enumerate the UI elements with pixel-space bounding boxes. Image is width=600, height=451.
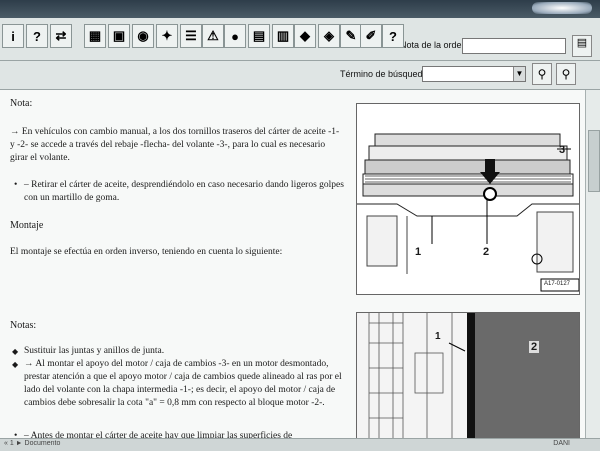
- clipboard-button[interactable]: ✎: [340, 24, 362, 48]
- document-content: Nota: → En vehículos con cambio manual, …: [0, 90, 585, 438]
- search-term-label: Término de búsqueda:: [340, 69, 431, 79]
- warning-button[interactable]: ⚠: [202, 24, 224, 48]
- order-note-button[interactable]: ▤: [572, 35, 592, 57]
- notes-icon: ✐: [365, 28, 377, 43]
- nota-bullet: – Retirar el cárter de aceite, desprendi…: [14, 179, 344, 205]
- notes-button[interactable]: ✐: [360, 24, 382, 48]
- vertical-scrollbar[interactable]: [585, 90, 600, 438]
- chevron-down-icon[interactable]: ▼: [513, 67, 525, 81]
- montaje-heading: Montaje: [10, 220, 44, 231]
- search-binoculars-button[interactable]: ⚲: [532, 63, 552, 85]
- figure1-label-2: 2: [483, 246, 490, 258]
- oil-pan-figure: 3 1 2 A17-0127: [356, 103, 580, 295]
- notas-bullet-2: → Al montar el apoyo del motor / caja de…: [12, 358, 344, 410]
- figure2-label-1: 1: [435, 331, 441, 342]
- document-icon: ▤: [576, 37, 588, 49]
- help-icon: ?: [33, 28, 41, 44]
- car-button[interactable]: ◆: [294, 24, 316, 48]
- globe-button[interactable]: ●: [224, 24, 246, 48]
- info-icon: i: [11, 28, 15, 44]
- car-service-icon: ◈: [324, 28, 334, 43]
- status-left: « 1 ► Documento: [4, 440, 61, 447]
- info-button[interactable]: i: [2, 24, 24, 48]
- window-title-bar: [0, 0, 600, 18]
- swap-arrows-button[interactable]: ⇄: [50, 24, 72, 48]
- document-help-icon: ?: [389, 28, 397, 44]
- status-right: DANI: [553, 440, 570, 447]
- list-button[interactable]: ☰: [180, 24, 202, 48]
- clipboard-icon: ✎: [345, 28, 357, 43]
- tools-icon: ✦: [161, 28, 173, 43]
- main-toolbar: Nota de la orden: ▤ i? ⇄ ▦ ▣ ◉ ✦ ☰ ⚠ ● ▤ ▥ ◆ ◈ ✎ ✐?: [0, 18, 600, 61]
- nota-text: → En vehículos con cambio manual, a los …: [10, 127, 340, 163]
- figure1-code: A17-0127: [544, 281, 571, 287]
- montaje-text: El montaje se efectúa en orden inverso, …: [10, 247, 283, 257]
- binoculars-icon: ⚲: [537, 67, 547, 81]
- database-icon: ◉: [137, 28, 149, 43]
- engine-icon: ▦: [88, 28, 102, 43]
- grid-button[interactable]: ▣: [108, 24, 130, 48]
- scrollbar-thumb[interactable]: [588, 130, 600, 192]
- books-button[interactable]: ▥: [272, 24, 294, 48]
- grid-icon: ▣: [112, 28, 126, 43]
- search-bar: Término de búsqueda: ▼ ⚲ ⚲: [0, 61, 600, 90]
- tools-button[interactable]: ✦: [156, 24, 178, 48]
- notas-bullet-3: – Antes de montar el cárter de aceite ha…: [14, 430, 344, 438]
- engine-button[interactable]: ▦: [84, 24, 106, 48]
- notas-heading: Notas:: [10, 320, 37, 331]
- swap-arrows-icon: ⇄: [55, 28, 67, 43]
- oil-pan-illustration: [357, 133, 579, 292]
- database-button[interactable]: ◉: [132, 24, 154, 48]
- engine-mount-figure: 1 2: [356, 312, 580, 438]
- search-next-button[interactable]: ⚲: [556, 63, 576, 85]
- figure1-label-3: 3: [559, 144, 566, 156]
- notas-bullet-1: Sustituir las juntas y anillos de junta.: [12, 345, 344, 358]
- figure1-label-1: 1: [415, 246, 422, 258]
- nota-heading: Nota:: [10, 98, 33, 109]
- warning-icon: ⚠: [207, 28, 219, 43]
- status-bar: « 1 ► Documento DANI: [0, 438, 600, 451]
- search-term-select[interactable]: ▼: [422, 66, 526, 82]
- engine-mount-illustration: [357, 313, 579, 438]
- book-button[interactable]: ▤: [248, 24, 270, 48]
- book-icon: ▤: [252, 28, 266, 43]
- car-icon: ◆: [300, 28, 310, 43]
- help-button[interactable]: ?: [26, 24, 48, 48]
- binoculars-next-icon: ⚲: [561, 67, 571, 81]
- order-note-input[interactable]: [462, 38, 566, 54]
- document-help-button[interactable]: ?: [382, 24, 404, 48]
- globe-icon: ●: [231, 28, 239, 44]
- list-icon: ☰: [185, 28, 197, 43]
- books-icon: ▥: [276, 28, 290, 43]
- car-service-button[interactable]: ◈: [318, 24, 340, 48]
- order-note-label: Nota de la orden:: [400, 40, 470, 50]
- figure2-label-2: 2: [529, 341, 540, 353]
